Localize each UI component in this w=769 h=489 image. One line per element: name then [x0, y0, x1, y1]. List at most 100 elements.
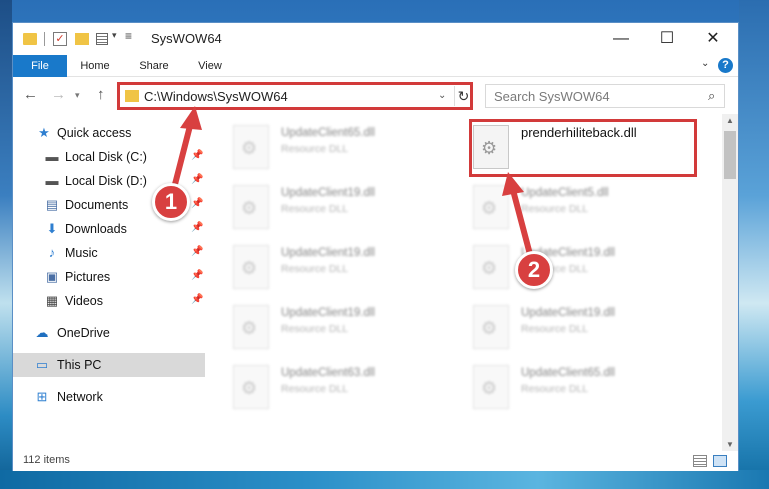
sidebar-item-label: Downloads: [65, 222, 127, 236]
recent-locations-chevron-icon[interactable]: ▾: [75, 90, 80, 101]
scroll-down-icon[interactable]: ▼: [726, 440, 734, 449]
status-bar: 112 items: [13, 451, 738, 471]
file-item[interactable]: ⚙ UpdateClient19.dll Resource DLL: [233, 241, 453, 293]
details-view-icon[interactable]: [693, 455, 707, 467]
sidebar-item-label: Music: [65, 246, 98, 260]
file-name: UpdateClient19.dll: [281, 187, 375, 199]
dll-file-icon: ⚙: [233, 305, 269, 349]
file-name: UpdateClient19.dll: [521, 307, 615, 319]
properties-check-icon[interactable]: ✓: [53, 32, 67, 46]
pin-icon[interactable]: 📌: [191, 198, 203, 209]
desktop-wallpaper-left: [0, 0, 12, 489]
dll-file-icon: ⚙: [233, 125, 269, 169]
large-icons-view-icon[interactable]: [713, 455, 727, 467]
expand-ribbon-icon[interactable]: ⌄: [701, 58, 709, 69]
file-name: UpdateClient19.dll: [281, 247, 375, 259]
sidebar-item-local-disk-c[interactable]: ▬ Local Disk (C:) 📌: [13, 145, 205, 169]
target-file-highlight-box: [469, 119, 697, 177]
pin-icon[interactable]: 📌: [191, 270, 203, 281]
dll-file-icon: ⚙: [473, 185, 509, 229]
title-bar: ✓ ▾ ≡ SysWOW64 — ☐ ✕: [13, 23, 738, 55]
sidebar-item-network[interactable]: ⊞ Network: [13, 385, 205, 409]
file-item[interactable]: ⚙ UpdateClient65.dll Resource DLL: [473, 361, 693, 413]
sidebar-item-this-pc[interactable]: ▭ This PC: [13, 353, 205, 377]
folder-icon: [23, 33, 37, 45]
navigation-pane: ★ Quick access ▬ Local Disk (C:) 📌 ▬ Loc…: [13, 119, 205, 453]
address-bar-highlight-box: [117, 82, 473, 110]
file-item[interactable]: ⚙ UpdateClient19.dll Resource DLL: [473, 301, 693, 353]
sidebar-item-pictures[interactable]: ▣ Pictures 📌: [13, 265, 205, 289]
search-placeholder: Search SysWOW64: [494, 89, 610, 104]
sidebar-item-label: Videos: [65, 294, 103, 308]
step-1-badge: 1: [152, 183, 190, 221]
file-explorer-window: ✓ ▾ ≡ SysWOW64 — ☐ ✕ File Home Share Vie…: [12, 22, 739, 471]
close-button[interactable]: ✕: [690, 23, 736, 55]
vertical-scrollbar[interactable]: ▲ ▼: [722, 114, 738, 453]
sidebar-item-label: Local Disk (D:): [65, 174, 147, 188]
file-type: Resource DLL: [521, 203, 589, 215]
tab-view[interactable]: View: [189, 55, 231, 77]
help-icon[interactable]: ?: [718, 58, 733, 73]
sidebar-item-label: Local Disk (C:): [65, 150, 147, 164]
search-icon[interactable]: ⌕: [708, 88, 715, 104]
minimize-button[interactable]: —: [598, 23, 644, 55]
search-input[interactable]: Search SysWOW64 ⌕: [485, 84, 725, 108]
pin-icon[interactable]: 📌: [191, 246, 203, 257]
new-folder-icon[interactable]: [75, 33, 89, 45]
music-icon: ♪: [48, 245, 56, 260]
step-2-badge: 2: [515, 251, 553, 289]
forward-arrow-icon[interactable]: →: [51, 86, 66, 103]
pictures-icon: ▣: [45, 269, 59, 284]
file-item[interactable]: ⚙ UpdateClient65.dll Resource DLL: [233, 121, 453, 173]
sidebar-item-label: OneDrive: [57, 326, 110, 340]
computer-icon: ▭: [35, 357, 49, 372]
sidebar-item-label: Pictures: [65, 270, 111, 284]
file-item[interactable]: ⚙ UpdateClient5.dll Resource DLL: [473, 181, 693, 233]
sidebar-item-label: Documents: [65, 198, 129, 212]
scrollbar-thumb[interactable]: [724, 131, 736, 179]
address-row: ← → ▾ ↑ C:\Windows\SysWOW64 ⌄ ↻ Search S…: [13, 78, 738, 114]
ribbon-tabs: File Home Share View ⌄ ?: [13, 55, 738, 77]
scroll-up-icon[interactable]: ▲: [726, 116, 734, 125]
cloud-icon: ☁: [35, 325, 49, 340]
file-item[interactable]: ⚙ UpdateClient19.dll Resource DLL: [233, 181, 453, 233]
sidebar-item-label: Network: [57, 390, 103, 404]
desktop-wallpaper-right: [739, 0, 769, 489]
pin-icon[interactable]: 📌: [191, 222, 203, 233]
sidebar-item-label: This PC: [57, 358, 102, 372]
sidebar-item-onedrive[interactable]: ☁ OneDrive: [13, 321, 205, 345]
maximize-button[interactable]: ☐: [644, 23, 690, 55]
pin-icon[interactable]: 📌: [191, 294, 203, 305]
file-type: Resource DLL: [521, 323, 589, 335]
sidebar-item-videos[interactable]: ▦ Videos 📌: [13, 289, 205, 313]
file-item[interactable]: ⚙ UpdateClient63.dll Resource DLL: [233, 361, 453, 413]
sidebar-item-downloads[interactable]: ⬇ Downloads 📌: [13, 217, 205, 241]
pin-icon[interactable]: 📌: [191, 150, 203, 161]
documents-icon: ▤: [45, 197, 59, 212]
chevron-down-icon[interactable]: ▾: [112, 30, 117, 46]
window-title: SysWOW64: [151, 31, 222, 46]
sidebar-item-quick-access[interactable]: ★ Quick access: [13, 121, 205, 145]
file-type: Resource DLL: [281, 383, 349, 395]
dll-file-icon: ⚙: [233, 185, 269, 229]
dll-file-icon: ⚙: [473, 305, 509, 349]
back-arrow-icon[interactable]: ←: [23, 86, 38, 103]
dll-file-icon: ⚙: [233, 245, 269, 289]
up-arrow-icon[interactable]: ↑: [97, 86, 105, 103]
tab-share[interactable]: Share: [131, 55, 177, 77]
file-type: Resource DLL: [281, 323, 349, 335]
star-icon: ★: [38, 125, 50, 140]
file-item[interactable]: ⚙ UpdateClient19.dll Resource DLL: [233, 301, 453, 353]
dll-file-icon: ⚙: [473, 245, 509, 289]
download-icon: ⬇: [46, 221, 58, 236]
sidebar-item-label: Quick access: [57, 126, 132, 140]
rename-icon[interactable]: [96, 33, 108, 45]
drive-icon: ▬: [45, 149, 59, 164]
network-icon: ⊞: [36, 389, 48, 404]
file-item[interactable]: ⚙ UpdateClient19.dll Resource DLL: [473, 241, 693, 293]
sidebar-item-music[interactable]: ♪ Music 📌: [13, 241, 205, 265]
tab-file[interactable]: File: [13, 55, 67, 77]
pin-icon[interactable]: 📌: [191, 174, 203, 185]
tab-home[interactable]: Home: [71, 55, 119, 77]
customize-toolbar-icon[interactable]: ≡: [125, 29, 132, 45]
